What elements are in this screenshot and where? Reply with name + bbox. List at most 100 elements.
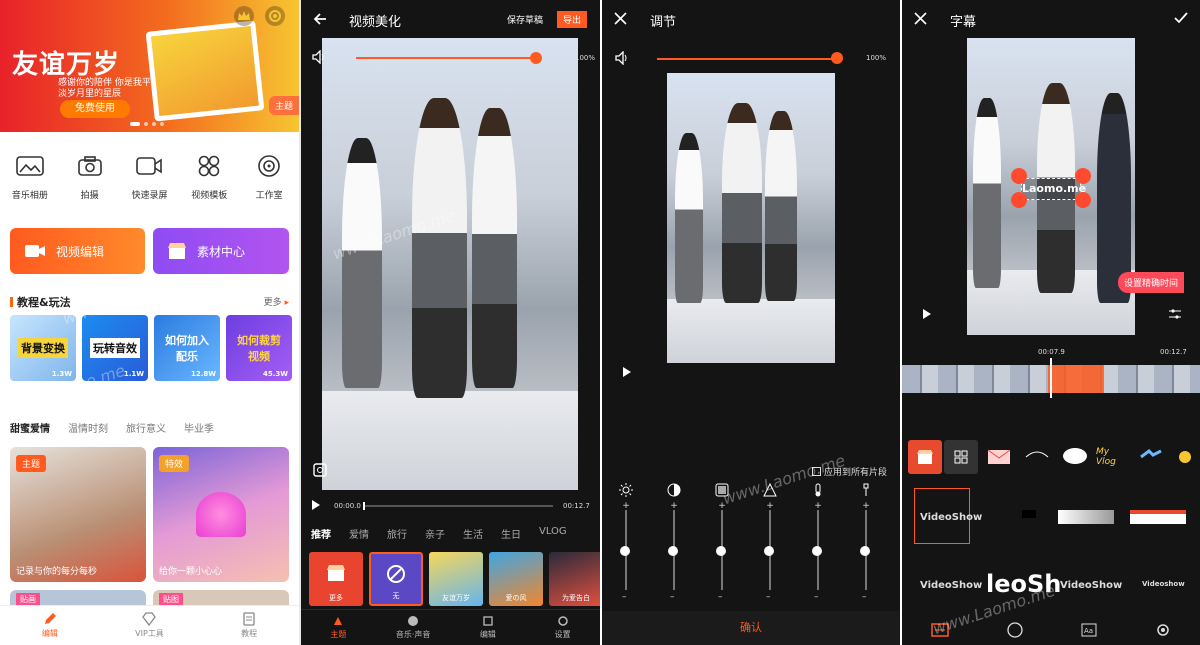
font-style[interactable]: leoSh [986,570,1061,598]
volume-knob[interactable] [530,52,542,64]
tab-edit[interactable]: 编辑 [453,615,523,640]
tutorial-card[interactable]: 如何裁剪视频 45.3W [226,315,292,381]
mirror-subtitle-icon[interactable] [1011,192,1027,208]
theme-love-wind[interactable]: 爱の风 [489,552,543,606]
font-style[interactable]: VideoShow [1060,580,1122,591]
sticker-bubble[interactable] [1058,440,1092,474]
playhead[interactable] [1050,358,1052,398]
contrast-slider[interactable]: + – [664,482,684,602]
font-icon[interactable]: Aa [1081,623,1097,637]
sticker-hands[interactable] [1168,440,1200,474]
sticker-envelope[interactable] [982,440,1016,474]
video-preview[interactable] [322,38,578,490]
material-center-button[interactable]: 素材中心 [153,228,289,274]
font-style-swatch[interactable] [1058,510,1114,524]
tab-settings[interactable]: 设置 [528,615,598,640]
font-style[interactable]: VideoShow [920,580,982,591]
gear-icon[interactable] [265,6,285,26]
tab-vip[interactable]: VIP工具 [114,612,184,639]
effect-card[interactable]: 特效 给你一颗小心心 [153,447,289,582]
font-style[interactable]: Videoshow [1142,580,1185,588]
sticker-handshake[interactable] [1134,440,1168,474]
quick-screen-record[interactable]: 快速录屏 [121,150,177,201]
theme-none[interactable]: 无 [369,552,423,606]
quick-music-album[interactable]: 音乐相册 [2,150,58,201]
gear-icon[interactable] [1155,622,1171,638]
theme-tab[interactable]: 推荐 [311,526,331,541]
font-style-swatch[interactable] [1022,510,1036,518]
progress-handle[interactable] [363,502,365,510]
more-link[interactable]: 更多 ▸ [264,295,289,308]
video-edit-button[interactable]: 视频编辑 [10,228,145,274]
tutorial-card[interactable]: 玩转音效 1.1W [82,315,148,381]
vignette-slider[interactable]: + – [856,482,876,602]
video-preview[interactable] [667,73,835,363]
crown-icon[interactable] [234,6,254,26]
back-arrow-icon[interactable] [313,12,327,26]
quick-studio[interactable]: 工作室 [241,150,297,201]
quick-template[interactable]: 视频模板 [181,150,237,201]
theme-friendship[interactable]: 友谊万岁 [429,552,483,606]
confirm-button[interactable]: 确认 [602,611,900,645]
sticker-vlog[interactable]: My Vlog [1096,440,1130,474]
progress-track[interactable] [363,505,553,507]
tab-theme[interactable]: 主题 [303,615,373,640]
quick-camera[interactable]: 拍摄 [62,150,118,201]
category-tab[interactable]: 温情时刻 [68,420,108,435]
sticker-laurel[interactable] [1020,440,1054,474]
category-tab[interactable]: 毕业季 [184,420,214,435]
subtitle-clip[interactable] [1048,365,1104,393]
category-tab[interactable]: 甜蜜爱情 [10,420,50,435]
saturation-slider[interactable]: + – [712,482,732,602]
edit-subtitle-icon[interactable] [1075,168,1091,184]
tab-edit[interactable]: 编辑 [15,612,85,639]
free-use-button[interactable]: 免费使用 [60,100,130,118]
volume-icon[interactable] [614,51,630,65]
close-icon[interactable] [614,12,627,25]
category-tab[interactable]: 旅行意义 [126,420,166,435]
subtitle-box[interactable]: Laomo.me [1021,178,1086,200]
video-preview[interactable]: Laomo.me [967,38,1135,335]
save-draft-button[interactable]: 保存草稿 [507,13,543,26]
theme-confess[interactable]: 为爱告白 [549,552,600,606]
brightness-slider[interactable]: + – [616,482,636,602]
theme-tab[interactable]: 生日 [501,526,521,541]
apply-all-checkbox[interactable]: 应用到所有片段 [812,465,887,478]
fullscreen-icon[interactable] [313,463,327,477]
volume-icon[interactable] [311,50,327,64]
sticker-shop[interactable] [908,440,942,474]
volume-knob[interactable] [831,52,843,64]
promo-banner[interactable]: 友谊万岁 感谢你的陪伴 你是我平淡岁月里的星辰 免费使用 主题 [0,0,299,132]
delete-subtitle-icon[interactable] [1011,168,1027,184]
theme-tab[interactable]: 爱情 [349,526,369,541]
sharpen-slider[interactable]: + – [760,482,780,602]
settings-sliders-icon[interactable] [1168,308,1182,320]
theme-more[interactable]: 更多 [309,552,363,606]
tutorial-card[interactable]: 如何加入配乐 12.8W [154,315,220,381]
theme-tab[interactable]: 亲子 [425,526,445,541]
font-style-swatch[interactable] [1130,510,1186,524]
play-icon[interactable] [622,366,632,378]
check-icon[interactable] [1174,12,1188,24]
play-icon[interactable] [922,308,932,320]
tab-tutorial[interactable]: 教程 [214,612,284,639]
theme-tab[interactable]: 旅行 [387,526,407,541]
close-icon[interactable] [914,12,927,25]
theme-tab[interactable]: 生活 [463,526,483,541]
font-style[interactable]: VideoShow [920,512,982,523]
sticker-grid[interactable] [944,440,978,474]
tutorial-card[interactable]: 背景变换 1.3W [10,315,76,381]
play-icon[interactable] [311,499,321,511]
theme-tab[interactable]: VLOG [539,526,567,541]
precise-time-button[interactable]: 设置精确时间 [1118,272,1185,293]
quick-label: 快速录屏 [131,191,168,201]
volume-slider[interactable] [657,58,837,60]
text-style-icon[interactable] [931,623,949,637]
theme-card[interactable]: 主题 记录与你的每分每秒 [10,447,146,582]
tab-music[interactable]: 音乐·声音 [378,615,448,640]
export-button[interactable]: 导出 [557,11,588,28]
palette-icon[interactable] [1007,622,1023,638]
temperature-slider[interactable]: + – [808,482,828,602]
volume-slider[interactable] [356,57,536,59]
resize-subtitle-icon[interactable] [1075,192,1091,208]
